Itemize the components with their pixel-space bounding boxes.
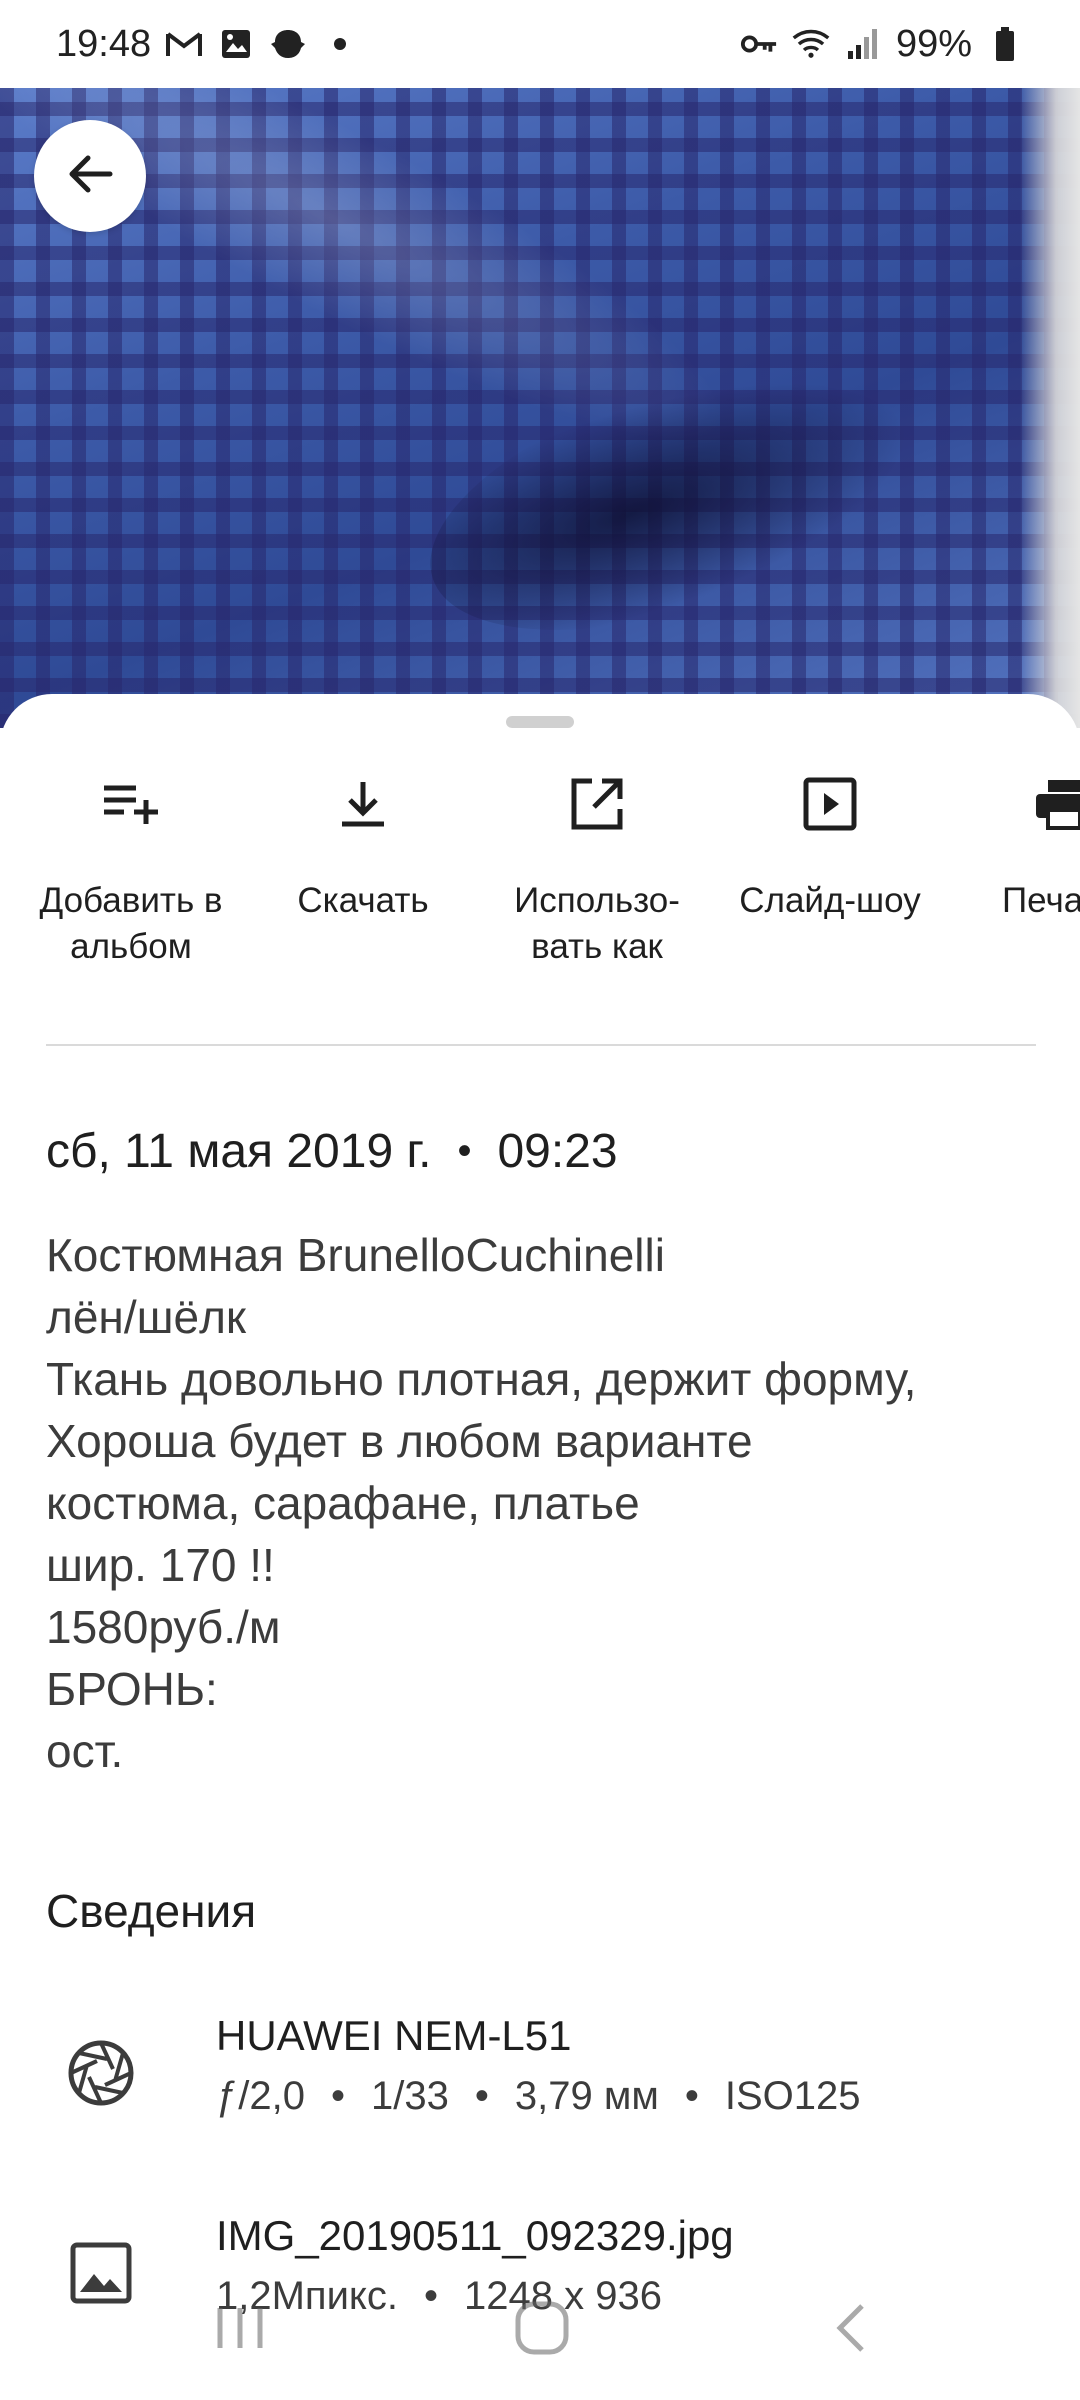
download-button[interactable]: Скачать [248, 774, 478, 924]
print-button[interactable]: Печа [948, 774, 1080, 924]
details-title: Сведения [46, 1885, 257, 1937]
use-as-button[interactable]: Использо- вать как [482, 774, 712, 970]
separator: • [474, 2074, 489, 2118]
aperture-value: ƒ/2,0 [216, 2074, 305, 2118]
photo-time: 09:23 [497, 1125, 618, 1178]
wifi-icon [792, 25, 830, 63]
battery-icon [986, 25, 1024, 63]
slideshow-icon [800, 774, 860, 834]
vpn-key-icon [740, 25, 778, 63]
separator: • [330, 2074, 345, 2118]
photo-image[interactable] [0, 88, 1080, 728]
back-button[interactable] [34, 120, 146, 232]
details-sheet: Добавить в альбом Скачать Использо- вать… [0, 694, 1080, 2400]
status-bar: 19:48 99% [0, 0, 1080, 88]
sheet-drag-handle[interactable] [506, 716, 574, 728]
add-to-album-button[interactable]: Добавить в альбом [16, 774, 246, 970]
description-line: 1580руб./м [46, 1601, 281, 1653]
description-line: Костюмная BrunelloCuchinelli [46, 1229, 665, 1281]
print-label: Печа [1002, 881, 1080, 920]
dot-icon [321, 25, 359, 63]
download-label: Скачать [297, 881, 429, 920]
image-icon [66, 2238, 136, 2308]
megapixels-value: 1,2Мпикс. [216, 2274, 398, 2318]
file-info-row: IMG_20190511_092329.jpg 1,2Мпикс. • 1248… [46, 2212, 1046, 2352]
playlist-add-icon [101, 774, 161, 834]
camera-info-row: HUAWEI NEM-L51 ƒ/2,0 • 1/33 • 3,79 мм • … [46, 2012, 1046, 2152]
description-line: лён/шёлк [46, 1291, 247, 1343]
slideshow-button[interactable]: Слайд-шоу [715, 774, 945, 924]
gallery-icon [217, 25, 255, 63]
open-in-new-icon [567, 774, 627, 834]
photo-description[interactable]: Костюмная BrunelloCuchinelli лён/шёлк Тк… [46, 1224, 1046, 1782]
camera-model: HUAWEI NEM-L51 [216, 2012, 572, 2059]
action-bar: Добавить в альбом Скачать Использо- вать… [0, 774, 1080, 974]
camera-settings: ƒ/2,0 • 1/33 • 3,79 мм • ISO125 [216, 2074, 861, 2119]
separator: • [424, 2274, 439, 2318]
photo-date: сб, 11 мая 2019 г. [46, 1125, 432, 1178]
description-line: Ткань довольно плотная, держит форму, [46, 1353, 917, 1405]
slideshow-label: Слайд-шоу [739, 881, 921, 920]
add-to-album-label: Добавить в альбом [39, 881, 223, 966]
description-line: Хороша будет в любом варианте [46, 1415, 753, 1467]
focal-length-value: 3,79 мм [514, 2074, 659, 2118]
file-name: IMG_20190511_092329.jpg [216, 2212, 734, 2259]
signal-icon [844, 25, 882, 63]
separator: • [684, 2074, 699, 2118]
use-as-label: Использо- вать как [514, 881, 680, 966]
file-properties: 1,2Мпикс. • 1248 x 936 [216, 2274, 662, 2319]
arrow-left-icon [64, 148, 116, 205]
date-separator: • [457, 1129, 472, 1173]
battery-percent: 99% [895, 22, 972, 65]
description-line: БРОНЬ: [46, 1663, 218, 1715]
resolution-value: 1248 x 936 [464, 2274, 662, 2318]
shutter-value: 1/33 [370, 2074, 449, 2118]
description-line: костюма, сарафане, платье [46, 1477, 640, 1529]
camera-aperture-icon [66, 2038, 136, 2108]
description-line: шир. 170 !! [46, 1539, 275, 1591]
print-icon [1034, 774, 1080, 834]
download-icon [333, 774, 393, 834]
photo-edge [1020, 88, 1080, 728]
status-time: 19:48 [56, 22, 152, 65]
divider [46, 1044, 1036, 1046]
date-time[interactable]: сб, 11 мая 2019 г. • 09:23 [46, 1124, 618, 1179]
app-icon [269, 25, 307, 63]
gmail-icon [165, 25, 203, 63]
description-line: ост. [46, 1725, 124, 1777]
status-left: 19:48 [56, 23, 359, 66]
iso-value: ISO125 [724, 2074, 861, 2118]
status-right: 99% [740, 23, 1024, 66]
